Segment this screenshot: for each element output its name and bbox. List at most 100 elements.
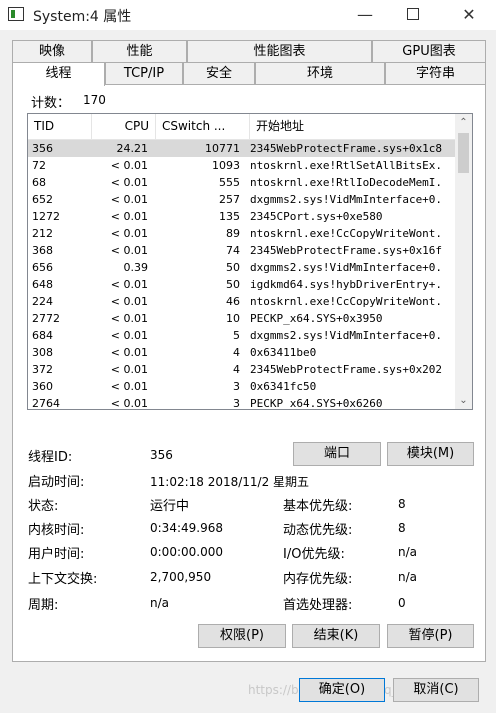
table-row[interactable]: 1272 < 0.01 135 2345CPort.sys+0xe580	[28, 208, 455, 225]
column-cpu[interactable]: CPU	[92, 114, 156, 139]
cell-tid: 648	[32, 278, 53, 291]
table-row[interactable]: 648 < 0.01 50 igdkmd64.sys!hybDriverEntry+.	[28, 276, 455, 293]
cell-start-address: 0x6341fc50	[250, 380, 317, 393]
cell-cpu: < 0.01	[110, 278, 148, 291]
cell-cswitch: 50	[226, 278, 240, 291]
cell-cpu: < 0.01	[110, 329, 148, 342]
thread-list[interactable]: TID CPU CSwitch ... 开始地址 ^ 356 24.21 10771…	[27, 113, 473, 410]
base-priority-value: 8	[398, 497, 406, 511]
cell-start-address: PECKP_x64.SYS+0x3950	[250, 312, 383, 325]
cell-tid: 1272	[32, 210, 60, 223]
cell-tid: 372	[32, 363, 53, 376]
tab-image[interactable]: 映像	[12, 40, 92, 62]
dynamic-priority-label: 动态优先级:	[283, 523, 353, 538]
cell-start-address: 2345WebProtectFrame.sys+0x16f	[250, 244, 443, 257]
tab-gpu-graph[interactable]: GPU图表	[372, 40, 486, 62]
tab-strings[interactable]: 字符串	[385, 62, 486, 84]
ideal-processor-label: 首选处理器:	[283, 598, 353, 613]
cell-cpu: < 0.01	[110, 312, 148, 325]
column-start-address[interactable]: 开始地址	[250, 114, 455, 139]
cell-start-address: 2345WebProtectFrame.sys+0x1c8	[250, 142, 443, 155]
end-thread-button[interactable]: 结束(K)	[292, 624, 380, 648]
tab-security[interactable]: 安全	[183, 62, 255, 84]
table-row[interactable]: 72 < 0.01 1093 ntoskrnl.exe!RtlSetAllBitsEx…	[28, 157, 455, 174]
port-button[interactable]: 端口	[293, 442, 381, 466]
kernel-time-value: 0:34:49.968	[150, 521, 223, 535]
cell-tid: 652	[32, 193, 53, 206]
context-switch-label: 上下文交换:	[28, 572, 98, 587]
tab-environment[interactable]: 环境	[255, 62, 385, 84]
scroll-up-icon[interactable]: ⌃	[455, 114, 472, 131]
cell-cswitch: 3	[233, 380, 240, 393]
cell-cpu: < 0.01	[110, 159, 148, 172]
table-row[interactable]: 68 < 0.01 555 ntoskrnl.exe!RtlIoDecodeMemI.	[28, 174, 455, 191]
start-time-label: 启动时间:	[28, 475, 85, 490]
cell-cswitch: 10771	[205, 142, 240, 155]
table-row[interactable]: 656 0.39 50 dxgmms2.sys!VidMmInterface+0.	[28, 259, 455, 276]
table-row[interactable]: 652 < 0.01 257 dxgmms2.sys!VidMmInterface+0…	[28, 191, 455, 208]
table-row[interactable]: 212 < 0.01 89 ntoskrnl.exe!CcCopyWriteWont.	[28, 225, 455, 242]
cell-cpu: < 0.01	[110, 210, 148, 223]
table-row[interactable]: 684 < 0.01 5 dxgmms2.sys!VidMmInterface+0.	[28, 327, 455, 344]
state-value: 运行中	[150, 499, 190, 514]
thread-id-label: 线程ID:	[28, 450, 73, 465]
cell-cswitch: 5	[233, 329, 240, 342]
pause-thread-button[interactable]: 暂停(P)	[387, 624, 474, 648]
column-tid[interactable]: TID	[28, 114, 92, 139]
cell-cswitch: 555	[219, 176, 240, 189]
tab-row-back: 映像 性能 性能图表 GPU图表	[12, 40, 486, 62]
cell-cpu: < 0.01	[110, 244, 148, 257]
cell-cpu: < 0.01	[110, 363, 148, 376]
scroll-thumb[interactable]	[458, 133, 469, 173]
thread-list-scrollbar[interactable]: ⌃ ⌄	[455, 114, 472, 409]
context-switch-value: 2,700,950	[150, 570, 212, 584]
cell-start-address: igdkmd64.sys!hybDriverEntry+.	[250, 278, 443, 291]
cell-tid: 356	[32, 142, 53, 155]
thread-list-header: TID CPU CSwitch ... 开始地址 ^	[28, 114, 455, 140]
maximize-button[interactable]	[390, 0, 436, 30]
cell-start-address: 2345CPort.sys+0xe580	[250, 210, 383, 223]
permissions-button[interactable]: 权限(P)	[198, 624, 286, 648]
cell-cswitch: 74	[226, 244, 240, 257]
scroll-down-icon[interactable]: ⌄	[455, 392, 472, 409]
count-value: 170	[83, 93, 106, 107]
table-row[interactable]: 372 < 0.01 4 2345WebProtectFrame.sys+0x202	[28, 361, 455, 378]
tab-performance-graph[interactable]: 性能图表	[187, 40, 372, 62]
table-row[interactable]: 224 < 0.01 46 ntoskrnl.exe!CcCopyWriteWont.	[28, 293, 455, 310]
minimize-button[interactable]: —	[342, 0, 388, 30]
cell-cswitch: 4	[233, 346, 240, 359]
cell-cswitch: 50	[226, 261, 240, 274]
base-priority-label: 基本优先级:	[283, 499, 353, 514]
cell-start-address: ntoskrnl.exe!RtlIoDecodeMemI.	[250, 176, 443, 189]
tab-performance[interactable]: 性能	[92, 40, 187, 62]
memory-priority-label: 内存优先级:	[283, 572, 353, 587]
table-row[interactable]: 360 < 0.01 3 0x6341fc50	[28, 378, 455, 395]
close-button[interactable]: ✕	[446, 0, 492, 30]
user-time-label: 用户时间:	[28, 547, 85, 562]
cancel-button[interactable]: 取消(C)	[393, 678, 479, 702]
table-row[interactable]: 368 < 0.01 74 2345WebProtectFrame.sys+0x16f	[28, 242, 455, 259]
cell-tid: 212	[32, 227, 53, 240]
sort-indicator-icon: ^	[198, 114, 206, 117]
tab-threads[interactable]: 线程	[12, 62, 105, 86]
table-row[interactable]: 2772 < 0.01 10 PECKP_x64.SYS+0x3950	[28, 310, 455, 327]
ok-button[interactable]: 确定(O)	[299, 678, 385, 702]
table-row[interactable]: 2764 < 0.01 3 PECKP_x64.SYS+0x6260	[28, 395, 455, 409]
cell-cpu: < 0.01	[110, 176, 148, 189]
cell-start-address: dxgmms2.sys!VidMmInterface+0.	[250, 193, 443, 206]
io-priority-value: n/a	[398, 545, 418, 559]
cell-start-address: ntoskrnl.exe!CcCopyWriteWont.	[250, 295, 443, 308]
cycles-label: 周期:	[28, 598, 59, 613]
title-bar: System:4 属性 — ✕	[0, 0, 496, 30]
column-cswitch[interactable]: CSwitch ...	[156, 114, 250, 139]
cell-tid: 72	[32, 159, 46, 172]
cell-cpu: < 0.01	[110, 295, 148, 308]
ideal-processor-value: 0	[398, 596, 406, 610]
module-button[interactable]: 模块(M)	[387, 442, 474, 466]
cell-cswitch: 135	[219, 210, 240, 223]
cell-cpu: < 0.01	[110, 193, 148, 206]
table-row[interactable]: 308 < 0.01 4 0x63411be0	[28, 344, 455, 361]
tab-tcpip[interactable]: TCP/IP	[105, 62, 183, 84]
cell-tid: 656	[32, 261, 53, 274]
table-row[interactable]: 356 24.21 10771 2345WebProtectFrame.sys+0x1…	[28, 140, 455, 157]
